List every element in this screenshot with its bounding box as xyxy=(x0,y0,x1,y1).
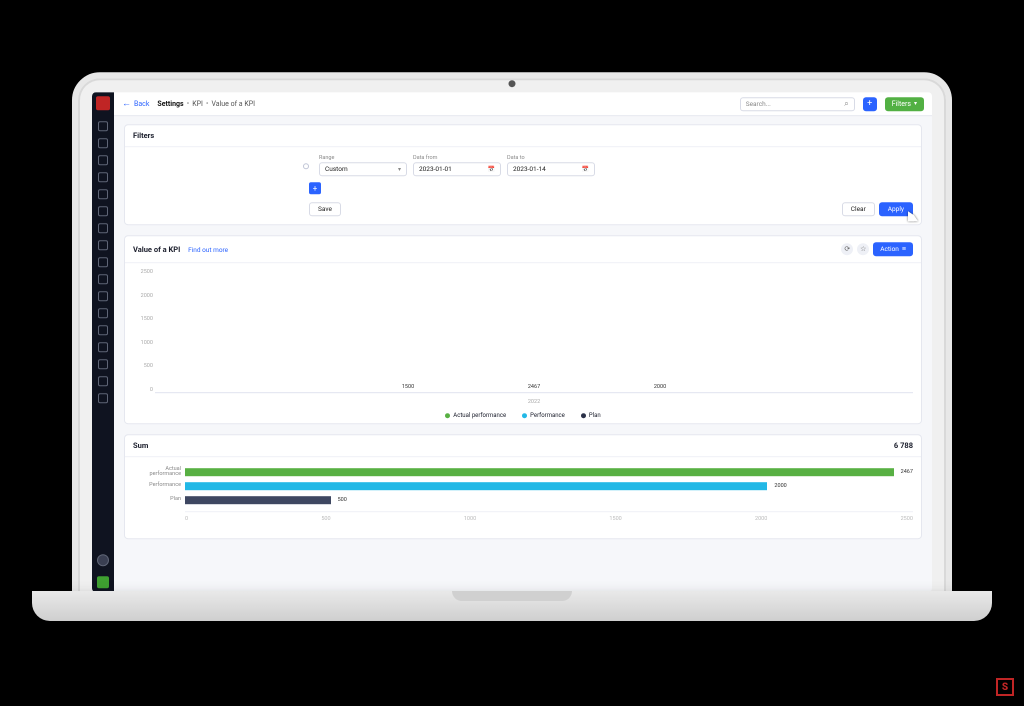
nav-icon[interactable] xyxy=(98,393,108,403)
sum-bar[interactable] xyxy=(185,482,767,490)
legend-item[interactable]: Performance xyxy=(522,412,565,419)
filters-panel: Filters Range Custom▾ xyxy=(124,124,922,225)
nav-icon[interactable] xyxy=(98,376,108,386)
date-to-label: Data to xyxy=(507,155,595,161)
search-placeholder: Search... xyxy=(746,100,771,108)
nav-icon[interactable] xyxy=(98,223,108,233)
nav-icon[interactable] xyxy=(98,257,108,267)
sum-row: Plan500 xyxy=(185,493,913,507)
sum-title: Sum xyxy=(133,441,148,450)
date-to-input[interactable]: 2023-01-14📅 xyxy=(507,162,595,176)
filters-title: Filters xyxy=(125,125,921,147)
breadcrumb-current: Value of a KPI xyxy=(212,100,256,108)
add-filter-button[interactable]: + xyxy=(309,182,321,194)
sum-bar[interactable] xyxy=(185,468,894,476)
add-button[interactable]: + xyxy=(863,97,877,111)
breadcrumb: Settings•KPI•Value of a KPI xyxy=(157,100,255,108)
nav-icon[interactable] xyxy=(98,308,108,318)
sum-panel: Sum 6 788 Actual performance2467Performa… xyxy=(124,434,922,539)
find-out-more-link[interactable]: Find out more xyxy=(188,246,228,254)
chart-title: Value of a KPI xyxy=(133,245,180,254)
kpi-chart-panel: Value of a KPI Find out more ⟳ ☆ Action … xyxy=(124,235,922,424)
topbar: Back Settings•KPI•Value of a KPI Search.… xyxy=(114,92,932,116)
nav-icon[interactable] xyxy=(98,155,108,165)
nav-icon[interactable] xyxy=(98,342,108,352)
nav-icon[interactable] xyxy=(98,325,108,335)
sum-row: Actual performance2467 xyxy=(185,465,913,479)
status-indicator xyxy=(97,576,109,588)
breadcrumb-root[interactable]: Settings xyxy=(157,100,183,108)
nav-icon[interactable] xyxy=(98,240,108,250)
refresh-icon[interactable]: ⟳ xyxy=(841,243,853,255)
user-avatar[interactable] xyxy=(97,554,109,566)
date-from-label: Data from xyxy=(413,155,501,161)
laptop-camera xyxy=(509,80,516,87)
apply-button[interactable]: Apply xyxy=(879,202,913,216)
search-input[interactable]: Search... ⌕ xyxy=(740,97,855,111)
range-select[interactable]: Custom▾ xyxy=(319,162,407,176)
save-button[interactable]: Save xyxy=(309,202,341,216)
date-from-input[interactable]: 2023-01-01📅 xyxy=(413,162,501,176)
calendar-icon: 📅 xyxy=(582,166,589,173)
app-logo[interactable] xyxy=(96,96,110,110)
nav-icon[interactable] xyxy=(98,274,108,284)
chart-action-button[interactable]: Action xyxy=(873,242,913,256)
legend-item[interactable]: Plan xyxy=(581,412,601,419)
nav-icon[interactable] xyxy=(98,121,108,131)
filters-button[interactable]: Filters xyxy=(885,97,924,111)
calendar-icon: 📅 xyxy=(488,166,495,173)
sum-bar[interactable] xyxy=(185,496,331,504)
back-button[interactable]: Back xyxy=(122,98,149,109)
clear-button[interactable]: Clear xyxy=(842,202,875,216)
sidebar-nav xyxy=(92,92,114,592)
search-icon: ⌕ xyxy=(844,99,848,109)
nav-icon[interactable] xyxy=(98,172,108,182)
nav-icon[interactable] xyxy=(98,291,108,301)
range-label: Range xyxy=(319,155,407,161)
nav-icon[interactable] xyxy=(98,189,108,199)
nav-icon[interactable] xyxy=(98,138,108,148)
brand-mark: S xyxy=(996,678,1014,696)
bar-chart: 25002000150010005000 150024672000 2022 A… xyxy=(125,263,921,423)
star-icon[interactable]: ☆ xyxy=(857,243,869,255)
legend-item[interactable]: Actual performance xyxy=(445,412,506,419)
sum-row: Performance2000 xyxy=(185,479,913,493)
nav-icon[interactable] xyxy=(98,206,108,216)
nav-icon[interactable] xyxy=(98,359,108,369)
sum-total: 6 788 xyxy=(894,441,913,450)
breadcrumb-kpi[interactable]: KPI xyxy=(192,100,203,108)
drag-handle[interactable] xyxy=(303,163,309,169)
